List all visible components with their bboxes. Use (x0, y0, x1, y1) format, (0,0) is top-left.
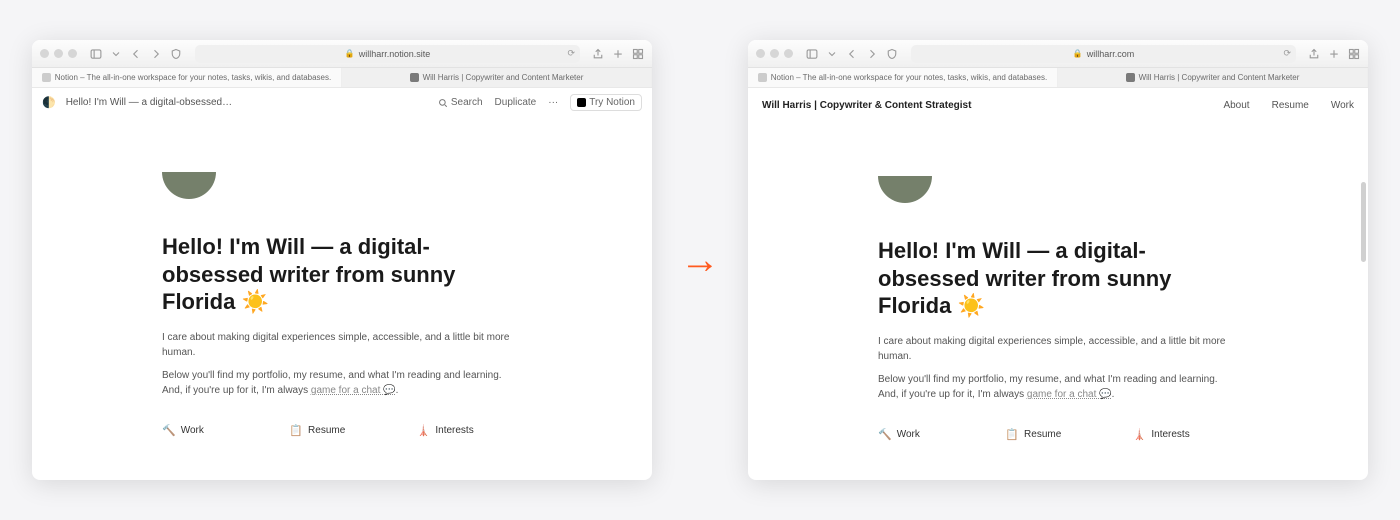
new-tab-icon[interactable] (612, 47, 624, 61)
url-bar[interactable]: 🔒 willharr.notion.site ⟳ (195, 45, 580, 63)
tab-willharris[interactable]: Will Harris | Copywriter and Content Mar… (342, 68, 652, 87)
card-row: 🔨 Work 📋 Resume 🗼 Interests (162, 418, 522, 443)
site-brand[interactable]: Will Harris | Copywriter & Content Strat… (762, 100, 971, 111)
scrollbar[interactable] (1361, 182, 1366, 476)
hero-half-circle-icon (162, 172, 216, 199)
site-nav: Will Harris | Copywriter & Content Strat… (748, 88, 1368, 122)
tab-label: Will Harris | Copywriter and Content Mar… (1139, 73, 1300, 82)
titlebar: 🔒 willharr.notion.site ⟳ (32, 40, 652, 68)
traffic-lights[interactable] (756, 49, 793, 58)
titlebar: 🔒 willharr.com ⟳ (748, 40, 1368, 68)
forward-icon[interactable] (149, 47, 163, 61)
shield-icon[interactable] (885, 47, 899, 61)
browser-window-right: 🔒 willharr.com ⟳ Notion – The all-in-one… (748, 40, 1368, 480)
chat-link[interactable]: game for a chat 💬 (1027, 389, 1112, 400)
breadcrumb[interactable]: Hello! I'm Will — a digital-obsessed… (66, 97, 232, 108)
card-resume[interactable]: 📋 Resume (289, 418, 394, 443)
card-row: 🔨 Work 📋 Resume 🗼 Interests (878, 422, 1238, 447)
card-label: Work (897, 429, 920, 440)
card-work[interactable]: 🔨 Work (878, 422, 983, 447)
card-interests[interactable]: 🗼 Interests (1133, 422, 1238, 447)
back-icon[interactable] (845, 47, 859, 61)
chat-link[interactable]: game for a chat 💬 (311, 385, 396, 396)
card-resume[interactable]: 📋 Resume (1005, 422, 1110, 447)
reload-icon[interactable]: ⟳ (567, 48, 575, 59)
resume-icon: 📋 (1005, 428, 1019, 441)
notion-logo-icon (577, 98, 586, 107)
url-bar[interactable]: 🔒 willharr.com ⟳ (911, 45, 1296, 63)
card-label: Resume (308, 425, 345, 436)
tab-strip: Notion – The all-in-one workspace for yo… (748, 68, 1368, 88)
chevron-down-icon[interactable] (825, 47, 839, 61)
hero-half-circle-icon (878, 176, 932, 203)
page-title: Hello! I'm Will — a digital-obsessed wri… (878, 237, 1238, 320)
tabs-icon[interactable] (1348, 47, 1360, 61)
page-content: Hello! I'm Will — a digital-obsessed wri… (748, 122, 1368, 480)
tab-willharris[interactable]: Will Harris | Copywriter and Content Mar… (1058, 68, 1368, 87)
duplicate-button[interactable]: Duplicate (495, 97, 537, 108)
notion-favicon-icon (758, 73, 767, 82)
share-icon[interactable] (592, 47, 604, 61)
more-button[interactable]: ··· (548, 97, 558, 108)
card-interests[interactable]: 🗼 Interests (417, 418, 522, 443)
sidebar-toggle-icon[interactable] (89, 47, 103, 61)
url-text: willharr.notion.site (359, 49, 431, 59)
tab-label: Notion – The all-in-one workspace for yo… (55, 73, 331, 82)
nav-work[interactable]: Work (1331, 100, 1354, 111)
browser-window-left: 🔒 willharr.notion.site ⟳ Notion – The al… (32, 40, 652, 480)
site-favicon-icon (1126, 73, 1135, 82)
url-text: willharr.com (1087, 49, 1135, 59)
arrow-icon: → (680, 238, 720, 283)
page-content: Hello! I'm Will — a digital-obsessed wri… (32, 118, 652, 480)
shield-icon[interactable] (169, 47, 183, 61)
search-label: Search (451, 97, 483, 108)
card-label: Work (181, 425, 204, 436)
notion-favicon-icon (42, 73, 51, 82)
tab-notion[interactable]: Notion – The all-in-one workspace for yo… (32, 68, 342, 87)
tab-label: Will Harris | Copywriter and Content Mar… (423, 73, 584, 82)
search-button[interactable]: Search (438, 97, 483, 108)
forward-icon[interactable] (865, 47, 879, 61)
card-work[interactable]: 🔨 Work (162, 418, 267, 443)
work-icon: 🔨 (162, 424, 176, 437)
try-notion-button[interactable]: Try Notion (570, 94, 642, 111)
try-label: Try Notion (589, 97, 635, 108)
interests-icon: 🗼 (1133, 428, 1147, 441)
card-label: Interests (435, 425, 473, 436)
intro-paragraph-1: I care about making digital experiences … (878, 334, 1238, 364)
site-favicon-icon (410, 73, 419, 82)
notion-topbar: 🌓 Hello! I'm Will — a digital-obsessed… … (32, 88, 652, 118)
tabs-icon[interactable] (632, 47, 644, 61)
share-icon[interactable] (1308, 47, 1320, 61)
resume-icon: 📋 (289, 424, 303, 437)
intro-paragraph-1: I care about making digital experiences … (162, 330, 522, 360)
nav-about[interactable]: About (1223, 100, 1249, 111)
tab-label: Notion – The all-in-one workspace for yo… (771, 73, 1047, 82)
back-icon[interactable] (129, 47, 143, 61)
nav-resume[interactable]: Resume (1272, 100, 1309, 111)
lock-icon: 🔒 (345, 49, 355, 58)
reload-icon[interactable]: ⟳ (1283, 48, 1291, 59)
card-label: Resume (1024, 429, 1061, 440)
work-icon: 🔨 (878, 428, 892, 441)
chevron-down-icon[interactable] (109, 47, 123, 61)
tab-strip: Notion – The all-in-one workspace for yo… (32, 68, 652, 88)
new-tab-icon[interactable] (1328, 47, 1340, 61)
intro-paragraph-2: Below you'll find my portfolio, my resum… (878, 372, 1238, 402)
sidebar-toggle-icon[interactable] (805, 47, 819, 61)
traffic-lights[interactable] (40, 49, 77, 58)
lock-icon: 🔒 (1073, 49, 1083, 58)
intro-paragraph-2: Below you'll find my portfolio, my resum… (162, 368, 522, 398)
interests-icon: 🗼 (417, 424, 431, 437)
tab-notion[interactable]: Notion – The all-in-one workspace for yo… (748, 68, 1058, 87)
card-label: Interests (1151, 429, 1189, 440)
page-emoji-icon: 🌓 (42, 96, 56, 109)
page-title: Hello! I'm Will — a digital-obsessed wri… (162, 233, 522, 316)
